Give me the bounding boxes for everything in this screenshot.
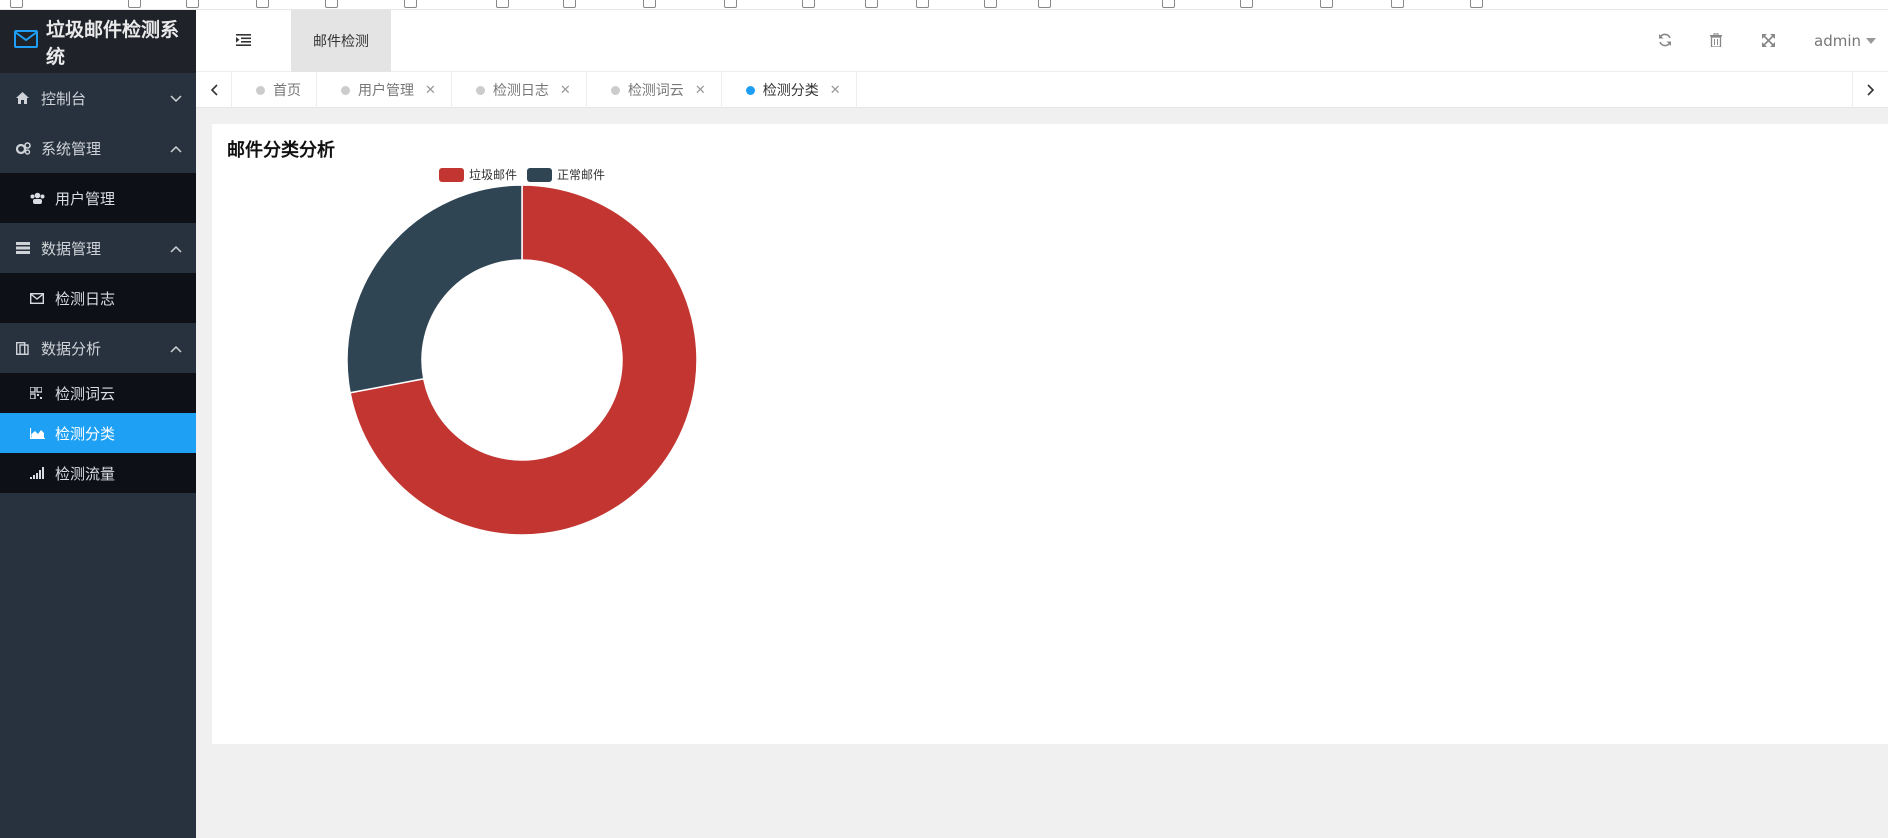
- bookmark-icon[interactable]: [186, 0, 199, 8]
- tab-word-cloud[interactable]: 检测词云 ✕: [587, 72, 722, 108]
- trash-icon[interactable]: [1710, 32, 1722, 51]
- chevron-up-icon: [170, 139, 182, 157]
- bookmark-icon[interactable]: [325, 0, 338, 8]
- qrcode-icon: [30, 387, 46, 399]
- bookmark-icon[interactable]: [916, 0, 929, 8]
- sidebar-item-data-management[interactable]: 数据管理: [0, 223, 196, 273]
- tab-dot-icon: [610, 85, 620, 95]
- sidebar-item-user-management[interactable]: 用户管理: [0, 173, 196, 223]
- refresh-icon[interactable]: [1658, 32, 1672, 51]
- sidebar-item-label: 用户管理: [55, 189, 116, 208]
- sidebar-item-label: 数据分析: [41, 339, 102, 358]
- area-chart-icon: [30, 427, 46, 439]
- top-header: 邮件检测 admin: [196, 10, 1888, 72]
- gears-icon: [16, 141, 32, 155]
- tab-label: 检测日志: [492, 83, 549, 99]
- bookmark-icon[interactable]: [1391, 0, 1404, 8]
- tab-user-management[interactable]: 用户管理 ✕: [317, 72, 452, 108]
- app-logo[interactable]: 垃圾邮件检测系统: [0, 10, 196, 73]
- sidebar-item-label: 检测词云: [55, 384, 116, 403]
- bookmark-icon[interactable]: [563, 0, 576, 8]
- bookmarks-bar: [0, 0, 1888, 10]
- bookmark-icon[interactable]: [128, 0, 141, 8]
- sidebar-item-classification[interactable]: 检测分类: [0, 413, 196, 453]
- user-name: admin: [1814, 32, 1861, 50]
- tab-dot-icon: [745, 85, 755, 95]
- user-menu[interactable]: admin: [1814, 32, 1876, 50]
- tab-classification[interactable]: 检测分类 ✕: [722, 72, 857, 108]
- close-icon[interactable]: ✕: [695, 83, 706, 98]
- sidebar-item-word-cloud[interactable]: 检测词云: [0, 373, 196, 413]
- chevron-left-icon: [210, 84, 218, 96]
- sidebar-item-data-analysis[interactable]: 数据分析: [0, 323, 196, 373]
- users-icon: [30, 192, 46, 204]
- sidebar-item-dashboard[interactable]: 控制台: [0, 73, 196, 123]
- sidebar-item-label: 控制台: [41, 89, 87, 108]
- sidebar-item-label: 检测分类: [55, 424, 116, 443]
- pie-slice-normal[interactable]: [346, 184, 523, 394]
- bookmark-icon[interactable]: [404, 0, 417, 8]
- tab-dot-icon: [341, 85, 350, 95]
- bookmark-icon[interactable]: [1162, 0, 1175, 8]
- bookmark-icon[interactable]: [256, 0, 269, 8]
- sidebar-item-detection-log[interactable]: 检测日志: [0, 273, 196, 323]
- bookmark-icon[interactable]: [984, 0, 997, 8]
- sidebar-item-label: 数据管理: [41, 239, 102, 258]
- signal-icon: [30, 467, 46, 479]
- tab-home[interactable]: 首页: [232, 72, 317, 108]
- bookmark-icon[interactable]: [643, 0, 656, 8]
- page-tabs-bar: 首页 用户管理 ✕ 检测日志 ✕ 检测词云 ✕ 检测分类 ✕: [196, 72, 1888, 108]
- chart-card: 邮件分类分析 垃圾邮件 正常邮件: [212, 124, 1888, 744]
- close-icon[interactable]: ✕: [830, 83, 841, 98]
- tab-detection-log[interactable]: 检测日志 ✕: [452, 72, 587, 108]
- bookmark-icon[interactable]: [1470, 0, 1483, 8]
- sidebar: 垃圾邮件检测系统 控制台 系统管理 用户管理 数据管理 检测日志 数据分析 检测…: [0, 10, 196, 838]
- sidebar-item-label: 检测流量: [55, 464, 116, 483]
- tab-label: 检测词云: [627, 83, 684, 99]
- bookmark-icon[interactable]: [802, 0, 815, 8]
- bookmark-icon[interactable]: [1240, 0, 1253, 8]
- close-icon[interactable]: ✕: [560, 83, 571, 98]
- bookmark-icon[interactable]: [10, 0, 23, 8]
- chevron-down-icon: [170, 89, 182, 107]
- book-icon: [16, 341, 32, 355]
- tab-dot-icon: [256, 85, 265, 95]
- app-title: 垃圾邮件检测系统: [46, 18, 180, 68]
- bookmark-icon[interactable]: [1038, 0, 1051, 8]
- caret-down-icon: [1866, 38, 1876, 44]
- bookmark-icon[interactable]: [496, 0, 509, 8]
- tabs-scroll-right-button[interactable]: [1852, 72, 1888, 108]
- close-icon[interactable]: ✕: [425, 83, 436, 98]
- envelope-logo-icon: [14, 29, 38, 54]
- chevron-right-icon: [1866, 84, 1874, 96]
- bookmark-icon[interactable]: [865, 0, 878, 8]
- bookmark-icon[interactable]: [1320, 0, 1333, 8]
- menu-toggle-icon[interactable]: [236, 31, 251, 50]
- chevron-up-icon: [170, 339, 182, 357]
- envelope-icon: [30, 292, 46, 304]
- sidebar-item-label: 系统管理: [41, 139, 102, 158]
- donut-chart: [346, 184, 698, 536]
- home-icon: [16, 92, 32, 104]
- fullscreen-icon[interactable]: [1762, 32, 1775, 51]
- tabs-list: 首页 用户管理 ✕ 检测日志 ✕ 检测词云 ✕ 检测分类 ✕: [232, 72, 857, 108]
- sidebar-item-system[interactable]: 系统管理: [0, 123, 196, 173]
- tab-dot-icon: [475, 85, 485, 95]
- sidebar-item-label: 检测日志: [55, 289, 116, 308]
- chevron-up-icon: [170, 239, 182, 257]
- tab-label: 用户管理: [358, 83, 414, 99]
- tab-label: 检测分类: [762, 83, 819, 99]
- top-nav-tab[interactable]: 邮件检测: [291, 10, 391, 72]
- sidebar-item-traffic[interactable]: 检测流量: [0, 453, 196, 493]
- tabs-scroll-left-button[interactable]: [196, 72, 232, 108]
- bookmark-icon[interactable]: [724, 0, 737, 8]
- server-icon: [16, 242, 32, 254]
- tab-label: 首页: [273, 83, 301, 99]
